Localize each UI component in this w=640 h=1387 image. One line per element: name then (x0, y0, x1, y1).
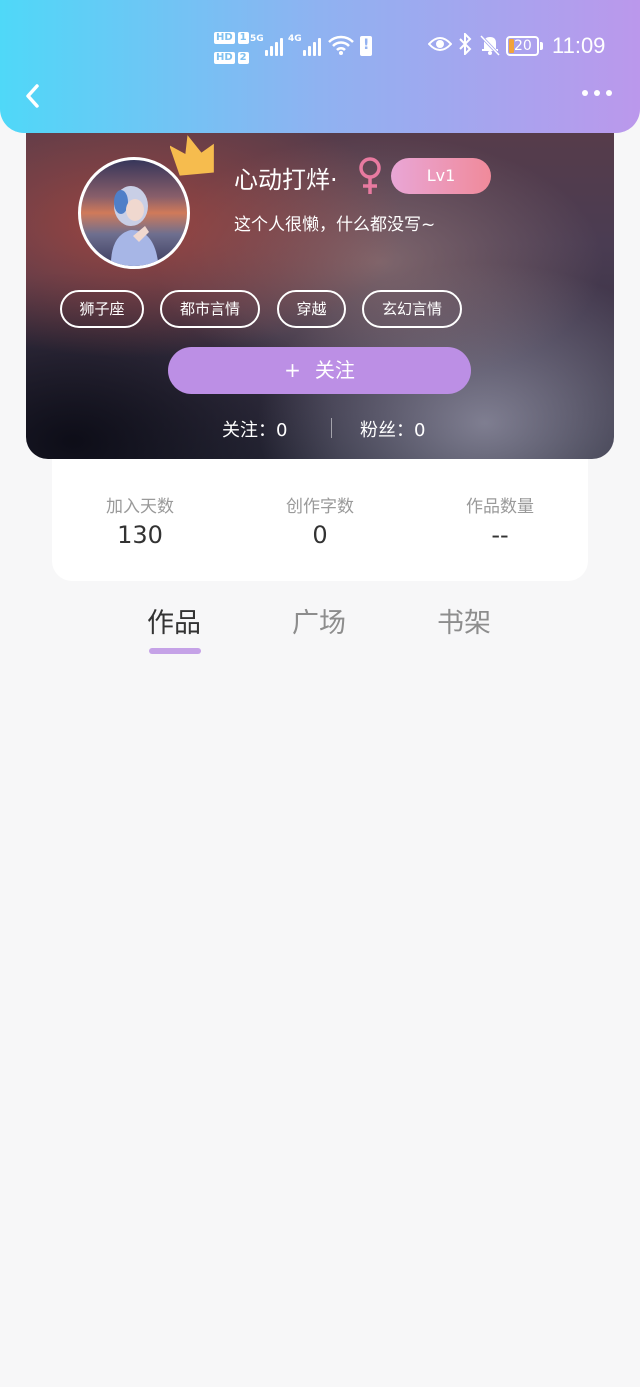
stat-label: 作品数量 (466, 497, 534, 517)
level-badge: Lv1 (391, 158, 491, 194)
sim2-gen: 4G (288, 34, 302, 44)
tab-bookshelf[interactable]: 书架 (437, 601, 491, 640)
divider (331, 418, 332, 438)
bluetooth-icon (459, 33, 472, 55)
battery-icon: 20 (506, 36, 539, 56)
stat-value: 130 (117, 521, 163, 549)
tab-square[interactable]: 广场 (292, 601, 346, 640)
female-icon (359, 157, 381, 194)
tag-pill[interactable]: 玄幻言情 (362, 290, 462, 328)
more-dots-icon[interactable] (582, 90, 612, 96)
following-value: 0 (276, 420, 288, 441)
hd2-label: HD (214, 52, 235, 64)
hd2-num: 2 (237, 52, 249, 64)
signal-icon: 5G (250, 34, 285, 56)
signal-icon: 4G (288, 34, 323, 56)
stat-label: 加入天数 (106, 497, 174, 517)
clock: 11:09 (552, 33, 606, 58)
hd1-num: 1 (237, 32, 249, 44)
plus-icon: + (284, 358, 301, 382)
header-bar: HD 1 HD 2 5G 4G ! 20 11:09 (0, 0, 640, 133)
alert-icon (360, 36, 372, 56)
tag-pill[interactable]: 都市言情 (160, 290, 260, 328)
stat-value: 0 (312, 521, 328, 549)
stat-word-count: 创作字数 0 (250, 492, 390, 549)
sim1-gen: 5G (250, 34, 264, 44)
eye-icon (428, 37, 452, 51)
following-count[interactable]: 关注：0 (222, 416, 287, 442)
hd1-label: HD (214, 32, 235, 44)
status-bar: HD 1 HD 2 5G 4G ! 20 11:09 (0, 30, 640, 64)
back-icon[interactable] (22, 82, 44, 110)
avatar-photo (110, 186, 159, 266)
wifi-icon (328, 35, 354, 55)
tab-works[interactable]: 作品 (147, 601, 201, 640)
profile-card: 心动打烊· Lv1 这个人很懒，什么都没写~ 狮子座 都市言情 穿越 玄幻言情 … (26, 100, 614, 459)
stat-work-count: 作品数量 -- (430, 492, 570, 549)
fans-label: 粉丝： (360, 420, 414, 441)
bio-text: 这个人很懒，什么都没写~ (234, 215, 436, 235)
tab-indicator (149, 648, 201, 654)
bell-off-icon (480, 34, 500, 56)
tag-pill[interactable]: 穿越 (277, 290, 346, 328)
crown-icon (170, 135, 214, 176)
fans-value: 0 (414, 420, 426, 441)
battery-level: 20 (514, 38, 532, 54)
following-label: 关注： (222, 420, 276, 441)
stats-panel: 加入天数 130 创作字数 0 作品数量 -- (52, 459, 588, 581)
stat-label: 创作字数 (286, 497, 354, 517)
hd-indicator: HD 1 HD 2 (214, 30, 249, 66)
stat-join-days: 加入天数 130 (70, 492, 210, 549)
fans-count[interactable]: 粉丝：0 (360, 416, 425, 442)
follow-button[interactable]: + 关注 (168, 347, 471, 394)
stat-value: -- (491, 521, 509, 549)
follow-label: 关注 (314, 358, 355, 382)
nickname: 心动打烊· (234, 166, 338, 194)
tag-pill[interactable]: 狮子座 (60, 290, 144, 328)
